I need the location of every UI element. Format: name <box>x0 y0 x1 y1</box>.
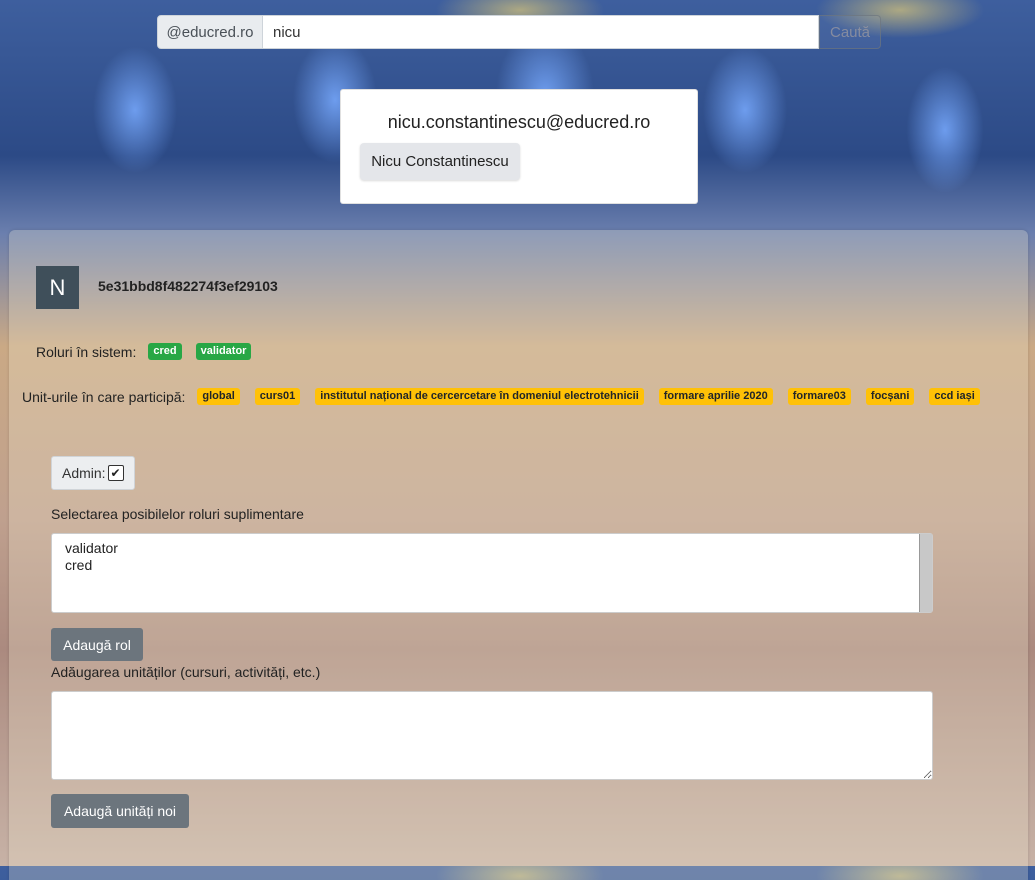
unit-badge: focșani <box>865 388 915 405</box>
unit-badge: formare aprilie 2020 <box>658 388 773 405</box>
unit-badge: formare03 <box>787 388 851 405</box>
avatar: N <box>36 266 79 309</box>
units-row: Unit-urile în care participă: global cur… <box>22 388 995 405</box>
units-textarea[interactable] <box>51 691 933 780</box>
roles-row: Roluri în sistem: cred validator <box>36 343 265 360</box>
units-label: Unit-urile în care participă: <box>22 388 186 405</box>
admin-label: Admin: <box>62 465 106 481</box>
unit-badge: ccd iași <box>929 388 980 405</box>
search-result-card: nicu.constantinescu@educred.ro Nicu Cons… <box>340 89 698 204</box>
result-name-button[interactable]: Nicu Constantinescu <box>360 143 520 180</box>
checkmark-icon: ✔ <box>110 466 121 480</box>
role-option[interactable]: validator <box>65 540 919 557</box>
add-units-button[interactable]: Adaugă unități noi <box>51 794 189 828</box>
unit-badge: curs01 <box>254 388 301 405</box>
roles-multiselect[interactable]: validator cred <box>51 533 933 613</box>
add-role-button[interactable]: Adaugă rol <box>51 628 143 661</box>
unit-badge: global <box>197 388 240 405</box>
units-add-label: Adăugarea unităților (cursuri, activităț… <box>51 664 321 680</box>
admin-checkbox[interactable]: ✔ <box>107 465 124 481</box>
role-option[interactable]: cred <box>65 557 919 574</box>
search-button[interactable]: Caută <box>819 15 881 49</box>
role-badge: validator <box>195 343 252 360</box>
unit-badge: institutul național de cercercetare în d… <box>315 388 644 405</box>
domain-prefix: @educred.ro <box>157 15 263 49</box>
roles-label: Roluri în sistem: <box>36 343 137 360</box>
user-id: 5e31bbd8f482274f3ef29103 <box>98 278 278 294</box>
search-input[interactable] <box>263 15 819 49</box>
admin-toggle[interactable]: Admin: ✔ <box>51 456 135 490</box>
role-badge: cred <box>148 343 182 360</box>
result-email: nicu.constantinescu@educred.ro <box>387 112 651 132</box>
search-bar: @educred.ro Caută <box>157 15 881 49</box>
roles-select-label: Selectarea posibilelor roluri suplimenta… <box>51 506 304 522</box>
scrollbar[interactable] <box>919 534 932 612</box>
